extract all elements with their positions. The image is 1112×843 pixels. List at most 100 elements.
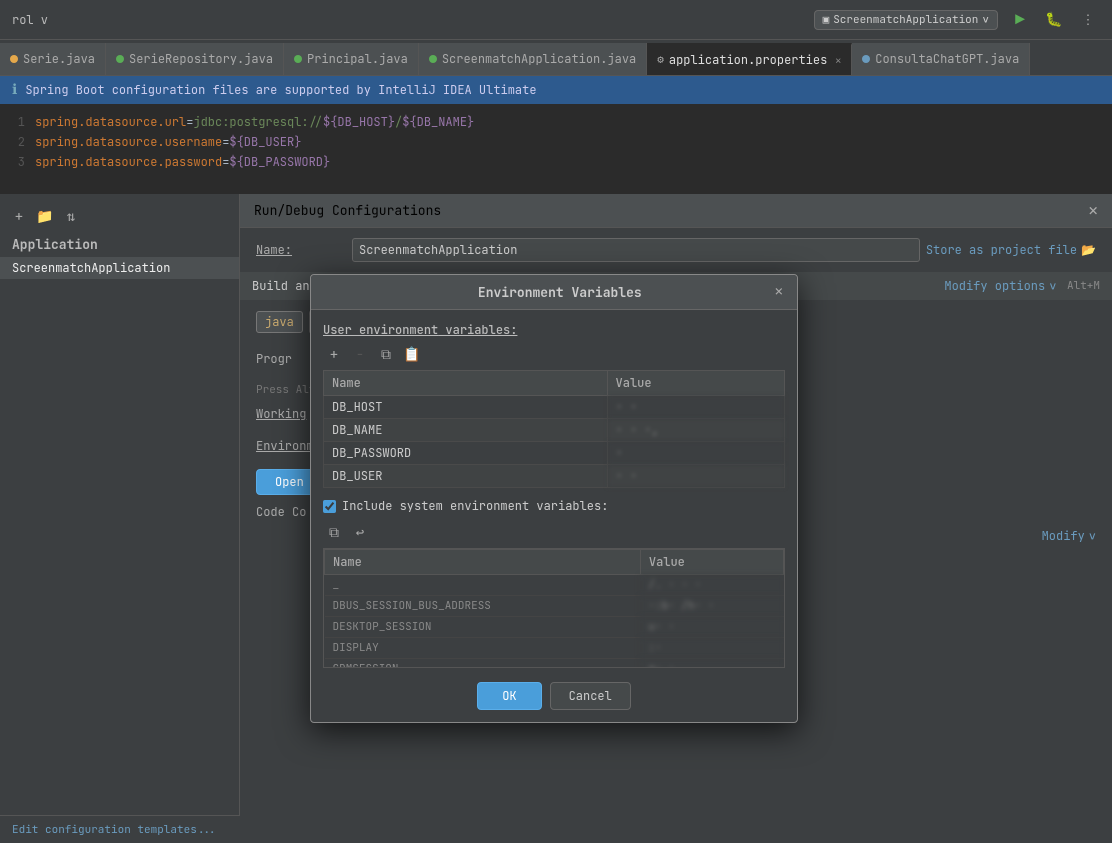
sidebar-add-btn[interactable]: + [8, 206, 30, 228]
sys-var-value-underscore: /. · · · [640, 575, 783, 596]
app-icon: ▣ [823, 13, 830, 27]
tab-label-screenmatch: ScreenmatchApplication.java [442, 51, 636, 67]
templates-link[interactable]: Edit configuration templates... [12, 823, 217, 837]
include-system-checkbox[interactable] [323, 500, 336, 513]
sidebar-sort-btn[interactable]: ⇅ [60, 206, 82, 228]
ok-button[interactable]: OK [477, 682, 541, 710]
include-system-row: Include system environment variables: [323, 498, 785, 514]
value-col-header: Value [607, 371, 784, 396]
table-row[interactable]: DB_USER · · [324, 465, 785, 488]
include-system-label[interactable]: Include system environment variables: [342, 498, 608, 514]
copy-var-btn[interactable]: ⧉ [375, 344, 397, 366]
info-bar: ℹ Spring Boot configuration files are su… [0, 76, 1112, 104]
paste-var-btn[interactable]: 📋 [401, 344, 423, 366]
cancel-button[interactable]: Cancel [550, 682, 631, 710]
run-button[interactable]: ▶ [1008, 8, 1032, 32]
table-row[interactable]: DB_NAME · · ·, [324, 419, 785, 442]
system-env-table-container: Name Value _ /. · · · DBUS_SESSION_BUS_A… [323, 548, 785, 668]
name-input[interactable] [352, 238, 920, 262]
info-icon: ℹ [12, 81, 17, 99]
app-badge[interactable]: ▣ ScreenmatchApplication ∨ [814, 10, 998, 30]
alt-info-text: Press Alt [256, 383, 315, 397]
tab-serie-repo[interactable]: SerieRepository.java [106, 43, 284, 75]
tab-close-app-properties[interactable]: ✕ [835, 54, 841, 67]
tab-dot-consulta [862, 55, 870, 63]
var-name-db-host: DB_HOST [324, 396, 608, 419]
tab-serie[interactable]: Serie.java [0, 43, 106, 75]
env-variables-dialog: Environment Variables ✕ User environment… [310, 274, 798, 723]
sys-name-col-header: Name [325, 550, 641, 575]
user-env-label-text: User environment variables: [323, 322, 517, 338]
more-options-button[interactable]: ⋮ [1076, 8, 1100, 32]
remove-var-btn[interactable]: − [349, 344, 371, 366]
system-env-table: Name Value _ /. · · · DBUS_SESSION_BUS_A… [324, 549, 784, 668]
run-debug-close-btn[interactable]: ✕ [1088, 203, 1098, 219]
copy-sys-btn[interactable]: ⧉ [323, 522, 345, 544]
title-bar-right: ▣ ScreenmatchApplication ∨ ▶ 🐛 ⋮ [814, 8, 1100, 32]
table-row[interactable]: DB_PASSWORD · [324, 442, 785, 465]
tab-bar: Serie.java SerieRepository.java Principa… [0, 40, 1112, 76]
sidebar-item-screenmatch[interactable]: ScreenmatchApplication [0, 257, 239, 279]
code-line-1: spring.datasource.url=jdbc:postgresql://… [35, 112, 1112, 132]
modify-bottom-btn[interactable]: Modify ∨ [1042, 528, 1096, 544]
var-name-db-password: DB_PASSWORD [324, 442, 608, 465]
info-message: Spring Boot configuration files are supp… [25, 82, 536, 98]
system-toolbar-row: ⧉ ↩ [323, 522, 785, 544]
tab-consulta-chat[interactable]: ConsultaChatGPT.java [852, 43, 1030, 75]
var-value-db-name: · · ·, [607, 419, 784, 442]
sys-var-value-display: :· [640, 638, 783, 659]
sidebar-folder-btn[interactable]: 📁 [34, 206, 56, 228]
code-line-3: spring.datasource.password=${DB_PASSWORD… [35, 152, 1112, 172]
sys-var-name-desktop: DESKTOP_SESSION [325, 617, 641, 638]
debug-button[interactable]: 🐛 [1042, 8, 1066, 32]
env-dialog-body: User environment variables: + − ⧉ 📋 Name… [311, 310, 797, 722]
store-project-file-btn[interactable]: Store as project file 📂 [926, 242, 1096, 258]
title-bar-left-label: rol v [12, 12, 48, 28]
tab-label-app-properties: application.properties [669, 52, 827, 68]
table-row: DISPLAY :· [325, 638, 784, 659]
run-debug-title: Run/Debug Configurations [254, 202, 441, 219]
name-label: Name: [256, 242, 346, 258]
add-var-btn[interactable]: + [323, 344, 345, 366]
tab-gear-icon: ⚙ [657, 53, 664, 67]
code-coverage-label: Code Co [256, 504, 306, 520]
name-row: Name: Store as project file 📂 [240, 228, 1112, 266]
var-name-db-user: DB_USER [324, 465, 608, 488]
env-close-btn[interactable]: ✕ [775, 283, 783, 301]
sys-var-value-desktop: u· · [640, 617, 783, 638]
sys-var-name-gdm: GDMSESSION [325, 659, 641, 669]
tab-app-properties[interactable]: ⚙ application.properties ✕ [647, 43, 852, 75]
app-name-label: ScreenmatchApplication [833, 13, 978, 27]
user-env-table: Name Value DB_HOST · · DB_NAME · · ·, DB… [323, 370, 785, 488]
chevron-down-icon: ∨ [1049, 278, 1056, 294]
modify-bottom-label: Modify [1042, 528, 1085, 544]
table-row[interactable]: DB_HOST · · [324, 396, 785, 419]
user-env-section-label: User environment variables: [323, 322, 785, 338]
tab-dot-serie-repo [116, 55, 124, 63]
tab-dot-principal [294, 55, 302, 63]
tab-dot-serie [10, 55, 18, 63]
env-dialog-btn-row: OK Cancel [323, 678, 785, 710]
undo-sys-btn[interactable]: ↩ [349, 522, 371, 544]
tab-principal[interactable]: Principal.java [284, 43, 419, 75]
chevron-down-icon: ∨ [982, 13, 989, 27]
code-lines[interactable]: spring.datasource.url=jdbc:postgresql://… [35, 112, 1112, 186]
tab-screenmatch-app[interactable]: ScreenmatchApplication.java [419, 43, 647, 75]
user-toolbar-row: + − ⧉ 📋 [323, 344, 785, 366]
code-line-2: spring.datasource.username=${DB_USER} [35, 132, 1112, 152]
folder-icon: 📂 [1081, 242, 1096, 258]
run-debug-titlebar: Run/Debug Configurations ✕ [240, 194, 1112, 228]
table-row: DESKTOP_SESSION u· · [325, 617, 784, 638]
modify-options-btn[interactable]: Modify options ∨ Alt+M [944, 278, 1100, 294]
modify-options-label: Modify options [944, 278, 1045, 294]
name-col-header: Name [324, 371, 608, 396]
tab-label-serie-repo: SerieRepository.java [129, 51, 273, 67]
chevron-down-icon2: ∨ [1089, 528, 1096, 544]
tab-label-serie: Serie.java [23, 51, 95, 67]
line-numbers: 1 2 3 [0, 112, 35, 186]
build-label: Build and [252, 278, 317, 294]
main-area: + 📁 ⇅ Application ScreenmatchApplication… [0, 194, 1112, 843]
var-value-db-host: · · [607, 396, 784, 419]
var-name-db-name: DB_NAME [324, 419, 608, 442]
sidebar-toolbar: + 📁 ⇅ [0, 202, 239, 232]
